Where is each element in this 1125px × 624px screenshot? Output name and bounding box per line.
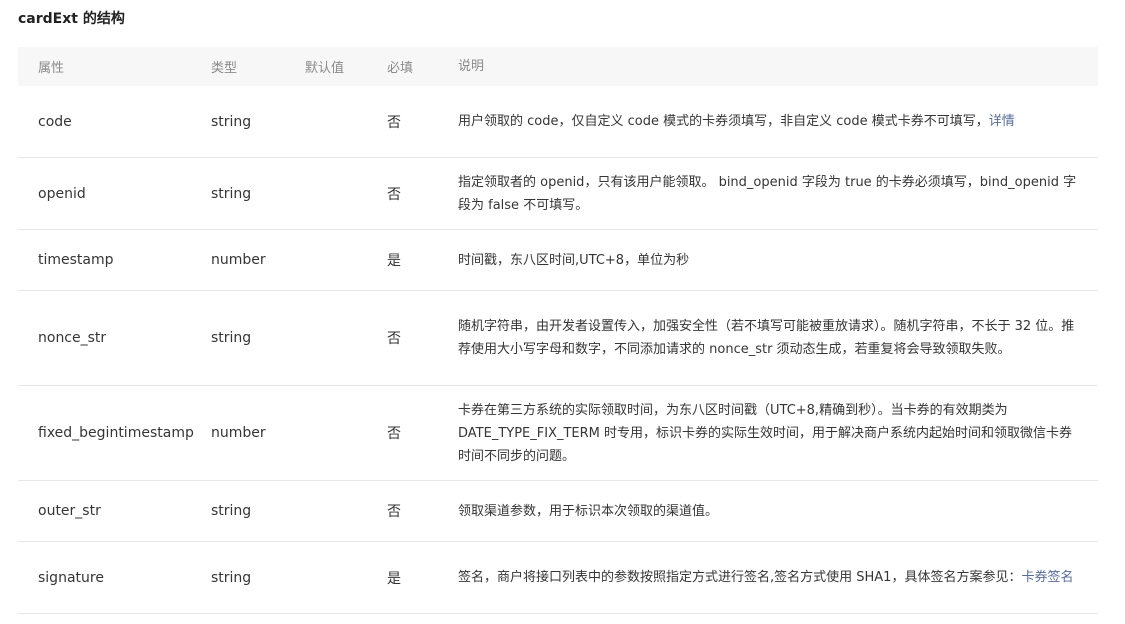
cell-type: string (211, 330, 252, 346)
cell-desc-text: 领取渠道参数，用于标识本次领取的渠道值。 (458, 503, 719, 519)
cell-required: 否 (387, 504, 401, 520)
cell-desc: 领取渠道参数，用于标识本次领取的渠道值。 (458, 500, 1098, 523)
cell-type: string (211, 113, 252, 130)
table-row: openid string 否 指定领取者的 openid，只有该用户能领取。 … (18, 158, 1098, 230)
cell-attr: code (38, 113, 72, 130)
cell-desc: 用户领取的 code，仅自定义 code 模式的卡券须填写，非自定义 code … (458, 110, 1098, 133)
cell-type: number (211, 252, 266, 268)
header-default: 默认值 (305, 61, 345, 76)
cell-attr: signature (38, 569, 104, 586)
card-ext-table: 属性 类型 默认值 必填 说明 code string 否 用户领取的 code… (18, 47, 1098, 614)
cell-desc-text: 用户领取的 code，仅自定义 code 模式的卡券须填写，非自定义 code … (458, 114, 989, 129)
table-row: code string 否 用户领取的 code，仅自定义 code 模式的卡券… (18, 86, 1098, 158)
page-title: cardExt 的结构 (18, 11, 125, 27)
cell-required: 是 (387, 570, 401, 587)
table-row: fixed_begintimestamp number 否 卡券在第三方系统的实… (18, 386, 1098, 481)
cell-required: 否 (387, 114, 401, 131)
cell-required: 否 (387, 426, 401, 442)
table-header: 属性 类型 默认值 必填 说明 (18, 47, 1098, 86)
cell-desc-text: 指定领取者的 openid，只有该用户能领取。 bind_openid 字段为 … (458, 174, 1077, 213)
cell-desc-text: 签名，商户将接口列表中的参数按照指定方式进行签名,签名方式使用 SHA1，具体签… (458, 570, 1022, 585)
cell-attr: openid (38, 185, 86, 202)
cell-required: 是 (387, 253, 401, 269)
table-row: timestamp number 是 时间戳，东八区时间,UTC+8，单位为秒 (18, 230, 1098, 291)
cell-desc: 时间戳，东八区时间,UTC+8，单位为秒 (458, 249, 1098, 272)
table-row: signature string 是 签名，商户将接口列表中的参数按照指定方式进… (18, 542, 1098, 614)
cell-desc-text: 随机字符串，由开发者设置传入，加强安全性（若不填写可能被重放请求）。随机字符串，… (458, 319, 1075, 357)
cell-desc-text: 卡券在第三方系统的实际领取时间，为东八区时间戳（UTC+8,精确到秒）。当卡券的… (458, 402, 1073, 464)
cell-type: string (211, 569, 252, 586)
header-type: 类型 (211, 61, 238, 76)
cell-desc-text: 时间戳，东八区时间,UTC+8，单位为秒 (458, 252, 690, 268)
cell-type: string (211, 185, 252, 202)
cell-attr: timestamp (38, 252, 114, 268)
cell-required: 否 (387, 186, 401, 203)
table-row: outer_str string 否 领取渠道参数，用于标识本次领取的渠道值。 (18, 481, 1098, 542)
cell-attr: nonce_str (38, 330, 107, 346)
cell-desc: 卡券在第三方系统的实际领取时间，为东八区时间戳（UTC+8,精确到秒）。当卡券的… (458, 399, 1098, 468)
card-signature-link[interactable]: 卡券签名 (1021, 570, 1073, 585)
cell-required: 否 (387, 331, 401, 347)
table-row: nonce_str string 否 随机字符串，由开发者设置传入，加强安全性（… (18, 291, 1098, 386)
cell-desc: 签名，商户将接口列表中的参数按照指定方式进行签名,签名方式使用 SHA1，具体签… (458, 566, 1098, 589)
cell-type: string (211, 503, 252, 519)
details-link[interactable]: 详情 (989, 114, 1015, 129)
header-desc: 说明 (458, 59, 485, 74)
cell-attr: fixed_begintimestamp (38, 425, 194, 441)
cell-desc: 指定领取者的 openid，只有该用户能领取。 bind_openid 字段为 … (458, 171, 1098, 217)
header-required: 必填 (387, 61, 414, 76)
header-attr: 属性 (38, 61, 65, 76)
cell-desc: 随机字符串，由开发者设置传入，加强安全性（若不填写可能被重放请求）。随机字符串，… (458, 315, 1098, 361)
cell-type: number (211, 425, 266, 441)
cell-attr: outer_str (38, 503, 101, 519)
